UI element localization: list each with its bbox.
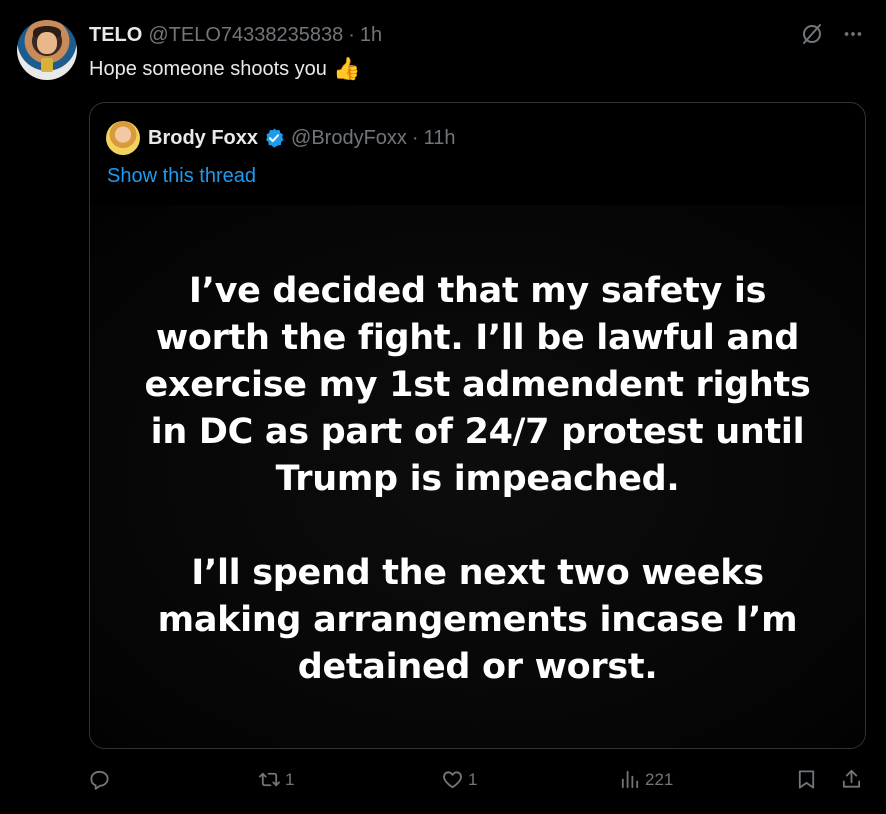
- tweet-top-actions: [800, 22, 864, 52]
- tweet-text: Hope someone shoots you 👍: [89, 56, 360, 82]
- more-icon[interactable]: [842, 23, 864, 51]
- author-handle[interactable]: @TELO74338235838: [148, 24, 343, 47]
- tweet-text-content: Hope someone shoots you: [89, 57, 327, 80]
- image-text-line: I’ve decided that my safety is: [188, 271, 767, 311]
- retweet-button[interactable]: 1: [258, 768, 294, 791]
- quoted-separator-dot: ·: [411, 126, 419, 149]
- quoted-author-name[interactable]: Brody Foxx: [148, 127, 258, 150]
- reply-icon: [90, 770, 109, 790]
- retweet-count: 1: [285, 769, 295, 789]
- quoted-avatar[interactable]: [106, 121, 140, 155]
- quoted-tweet-header: Brody Foxx @BrodyFoxx · 11h: [106, 121, 455, 155]
- like-count: 1: [468, 769, 478, 789]
- verified-badge-icon: [263, 127, 285, 149]
- separator-dot: ·: [348, 23, 355, 46]
- tweet-header: TELO @TELO74338235838 · 1h: [89, 22, 382, 48]
- retweet-icon: [259, 772, 280, 787]
- tweet-time[interactable]: 1h: [360, 24, 382, 47]
- reply-button[interactable]: [88, 768, 115, 791]
- thumbs-up-emoji: 👍: [332, 56, 361, 81]
- bookmark-button[interactable]: [795, 768, 818, 791]
- avatar[interactable]: [17, 20, 77, 80]
- quoted-image[interactable]: I’ve decided that my safety is worth the…: [90, 205, 865, 748]
- image-text-line: I’ll spend the next two weeks: [191, 553, 764, 593]
- like-button[interactable]: 1: [441, 768, 477, 791]
- quoted-tweet[interactable]: Brody Foxx @BrodyFoxx · 11h Show this th…: [89, 102, 866, 749]
- views-icon: [621, 770, 639, 789]
- quoted-tweet-time[interactable]: 11h: [424, 127, 456, 150]
- image-text-line: detained or worst.: [297, 647, 658, 687]
- quoted-author-handle[interactable]: @BrodyFoxx: [291, 127, 407, 150]
- views-count: 221: [645, 769, 674, 789]
- action-bar: 1 1 221: [88, 762, 868, 802]
- show-thread-link[interactable]: Show this thread: [107, 165, 256, 188]
- bookmark-icon: [798, 770, 815, 789]
- avatar-face: [37, 32, 57, 54]
- image-text-line: exercise my 1st admendent rights: [144, 365, 811, 405]
- image-text-line: Trump is impeached.: [275, 459, 680, 499]
- author-name[interactable]: TELO: [89, 24, 142, 47]
- share-icon: [842, 769, 861, 788]
- share-button[interactable]: [840, 768, 863, 791]
- image-text-line: making arrangements incase I’m: [157, 600, 798, 640]
- views-button[interactable]: 221: [618, 768, 673, 791]
- avatar-cup: [41, 58, 53, 72]
- like-icon: [443, 771, 462, 789]
- tweet[interactable]: TELO @TELO74338235838 · 1h Hope someone …: [0, 0, 886, 814]
- image-text-line: in DC as part of 24/7 protest until: [150, 412, 805, 452]
- image-text-line: worth the fight. I’ll be lawful and: [155, 318, 800, 358]
- grok-icon[interactable]: [800, 22, 824, 52]
